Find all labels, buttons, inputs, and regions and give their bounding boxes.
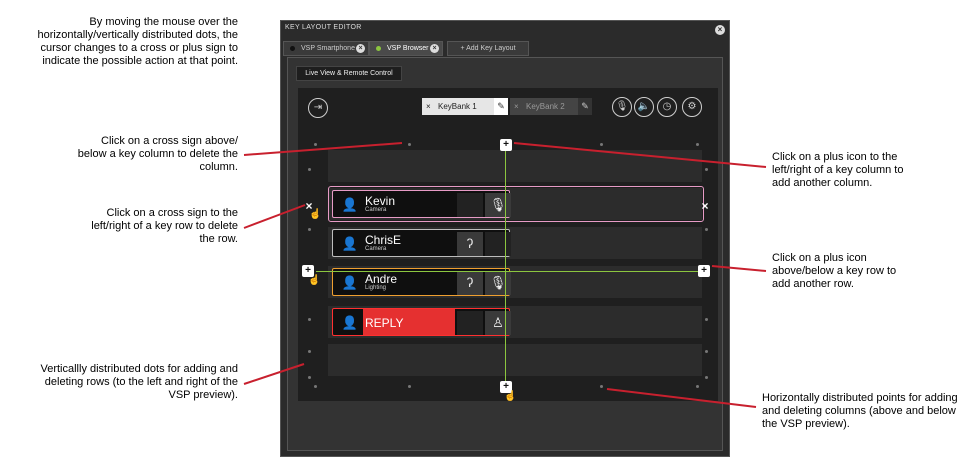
key-name: Kevin (365, 194, 396, 208)
column-dot[interactable] (696, 385, 699, 388)
row-dot[interactable] (705, 228, 708, 231)
empty-row (328, 150, 702, 182)
add-column-plus-icon[interactable]: + (500, 139, 512, 151)
user-icon: 👤 (341, 275, 359, 290)
status-dot-icon (290, 45, 295, 51)
keybank-label: KeyBank 1 (438, 102, 477, 111)
note-delete-row: Click on a cross sign to the left/right … (91, 207, 238, 245)
column-guide-line (505, 150, 506, 382)
column-dot[interactable] (696, 143, 699, 146)
user-icon: 👤 (341, 197, 359, 212)
close-keybank-icon[interactable]: × (426, 98, 431, 115)
column-dot[interactable] (600, 385, 603, 388)
login-icon[interactable]: ⇥ (308, 98, 328, 118)
row-guide-line (316, 271, 704, 272)
row-dot[interactable] (308, 350, 311, 353)
row-dot[interactable] (705, 376, 708, 379)
column-dot[interactable] (408, 143, 411, 146)
vsp-preview: ⇥ × KeyBank 1 ✎ × KeyBank 2 ✎ 🎙 🔈 ◷ ⚙ 👤 … (298, 88, 718, 402)
tab-vsp-browser[interactable]: VSP Browser × (369, 41, 443, 56)
keybank-label: KeyBank 2 (526, 102, 565, 111)
hand-cursor-icon: ☝ (308, 275, 321, 286)
row-dot[interactable] (308, 168, 311, 171)
ear-icon[interactable]: ʔ (457, 271, 483, 295)
microphone-icon[interactable]: 🎙 (612, 97, 632, 117)
column-dot[interactable] (408, 385, 411, 388)
close-tab-icon[interactable]: × (356, 44, 365, 53)
user-icon: 👤 (341, 315, 359, 330)
key-role: Camera (365, 246, 387, 252)
editor-panel: Live View & Remote Control ⇥ × KeyBank 1… (287, 57, 723, 451)
key-andre[interactable]: 👤 Andre Lighting ʔ 🎙 (332, 268, 511, 296)
close-tab-icon[interactable]: × (430, 44, 439, 53)
empty-action-slot[interactable] (457, 311, 483, 335)
row-dot[interactable] (705, 318, 708, 321)
key-layout-editor-window: KEY LAYOUT EDITOR × VSP Smartphone × VSP… (280, 20, 730, 457)
tab-label: VSP Smartphone (301, 45, 355, 52)
key-name: Andre (365, 272, 398, 286)
close-icon[interactable]: × (715, 25, 725, 35)
edit-pencil-icon[interactable]: ✎ (494, 98, 508, 115)
edit-pencil-icon[interactable]: ✎ (578, 98, 592, 115)
tab-label: + Add Key Layout (460, 45, 516, 52)
keybank-2-tab[interactable]: × KeyBank 2 ✎ (510, 98, 592, 115)
empty-row (328, 344, 702, 376)
user-icon: 👤 (341, 236, 359, 251)
row-dot[interactable] (705, 168, 708, 171)
tab-label: VSP Browser (387, 45, 429, 52)
add-row-plus-icon[interactable]: + (698, 265, 710, 277)
settings-icon[interactable]: ⚙ (682, 97, 702, 117)
clock-icon[interactable]: ◷ (657, 97, 677, 117)
column-dot[interactable] (314, 385, 317, 388)
window-title: KEY LAYOUT EDITOR (285, 24, 362, 31)
key-name: REPLY (365, 316, 404, 330)
row-dot[interactable] (308, 228, 311, 231)
speaker-icon[interactable]: 🔈 (634, 97, 654, 117)
microphone-icon[interactable] (457, 193, 483, 217)
key-chrise[interactable]: 👤 ChrisE Camera ʔ (332, 229, 511, 257)
tab-live-view-remote-control[interactable]: Live View & Remote Control (296, 66, 402, 81)
note-add-row: Click on a plus icon above/below a key r… (772, 252, 897, 290)
tab-add-key-layout[interactable]: + Add Key Layout (447, 41, 529, 56)
note-add-column: Click on a plus icon to the left/right o… (772, 151, 904, 189)
microphone-icon[interactable]: 🎙 (485, 193, 511, 217)
row-dot[interactable] (308, 376, 311, 379)
key-kevin[interactable]: 👤 Kevin Camera 🎙 (332, 190, 511, 218)
row-dot[interactable] (308, 318, 311, 321)
note-vertical-dots: Verticallly distributed dots for adding … (40, 363, 238, 401)
keybank-1-tab[interactable]: × KeyBank 1 ✎ (422, 98, 508, 115)
hand-cursor-icon: ☝ (309, 209, 322, 220)
delete-row-cross-icon[interactable]: × (699, 200, 711, 212)
key-role: Camera (365, 207, 387, 213)
microphone-icon[interactable]: 🎙 (485, 271, 511, 295)
note-horizontal-points: Horizontally distributed points for addi… (762, 392, 958, 430)
layout-tabs: VSP Smartphone × VSP Browser × + Add Key… (281, 41, 729, 56)
user-icon[interactable]: ♙ (485, 311, 511, 335)
close-keybank-icon[interactable]: × (514, 98, 519, 115)
hand-cursor-icon: ☝ (504, 391, 517, 402)
status-dot-icon (376, 45, 381, 51)
empty-action-slot[interactable] (485, 232, 511, 256)
key-role: Lighting (365, 285, 387, 291)
column-dot[interactable] (600, 143, 603, 146)
note-mouse-over: By moving the mouse over the horizontall… (37, 16, 238, 67)
note-delete-column: Click on a cross sign above/ below a key… (77, 135, 238, 173)
row-dot[interactable] (705, 350, 708, 353)
tab-vsp-smartphone[interactable]: VSP Smartphone × (283, 41, 369, 56)
column-dot[interactable] (314, 143, 317, 146)
key-name: ChrisE (365, 233, 402, 247)
ear-icon[interactable]: ʔ (457, 232, 483, 256)
key-reply[interactable]: 👤 REPLY ♙ (332, 308, 511, 336)
